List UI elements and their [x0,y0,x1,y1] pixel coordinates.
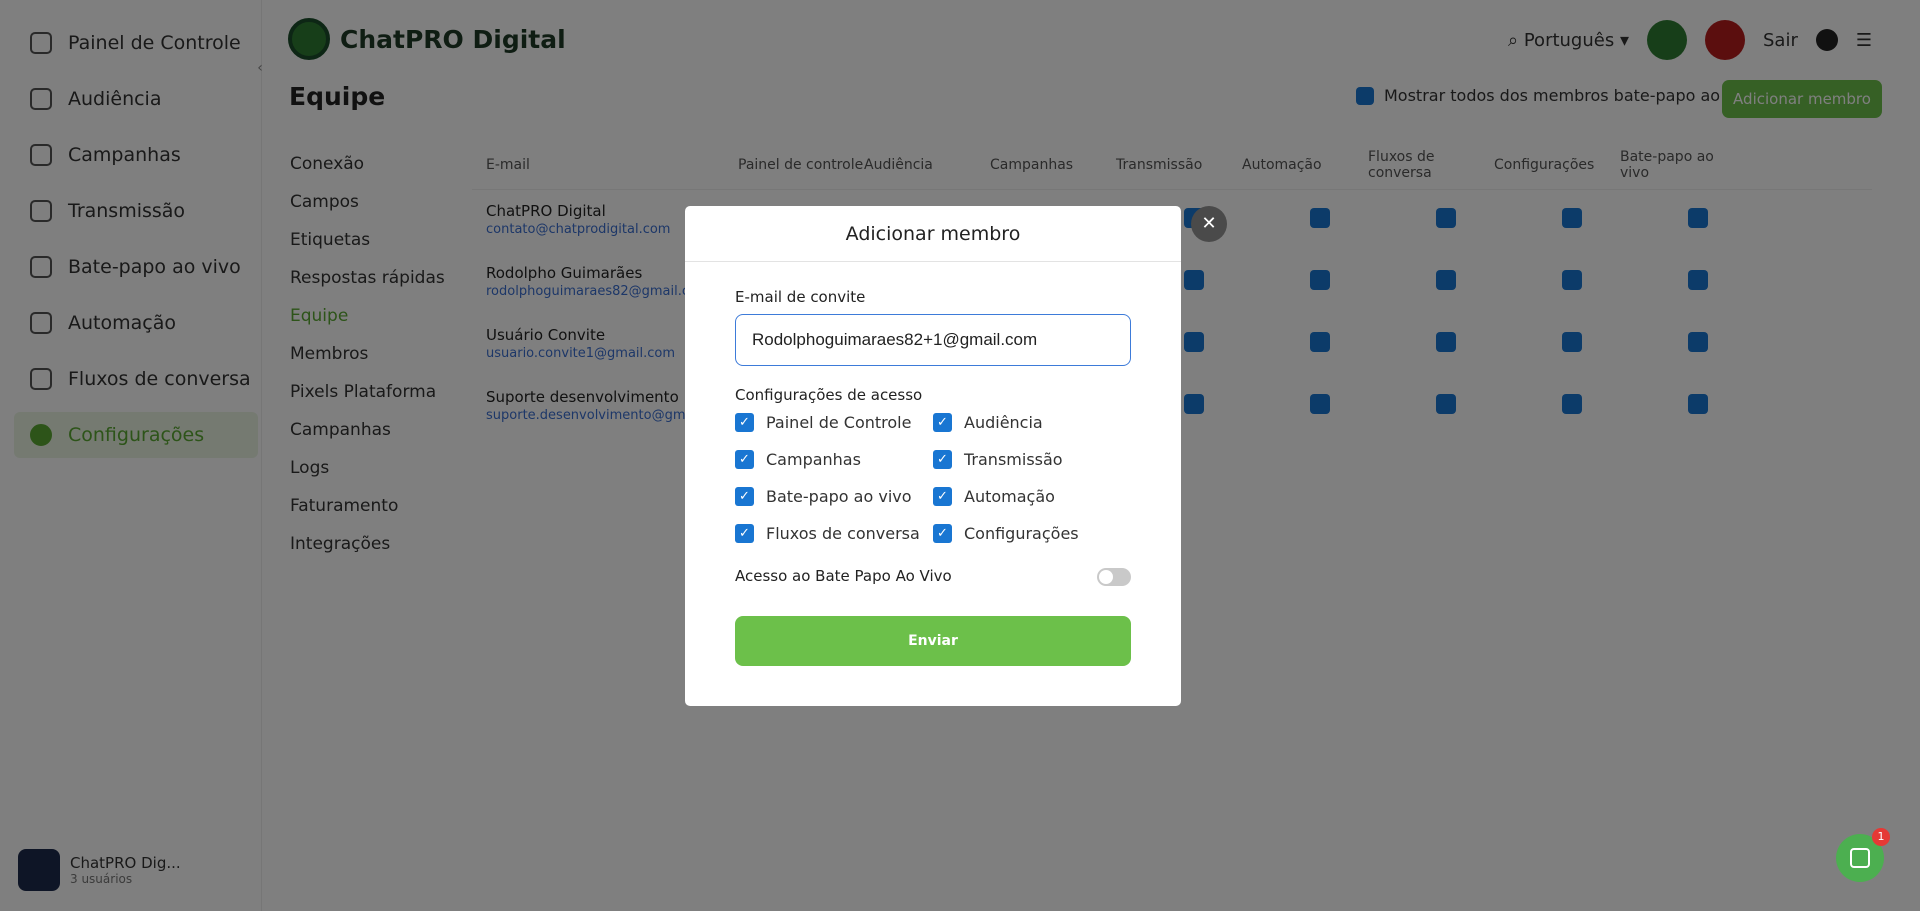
permission-transmissao-checkbox[interactable]: ✓ Transmissão [933,450,1063,469]
permission-label: Bate-papo ao vivo [766,487,912,506]
modal-title: Adicionar membro [685,206,1181,262]
close-icon[interactable]: ✕ [1191,206,1227,242]
check-icon: ✓ [933,524,952,543]
send-button[interactable]: Enviar [735,616,1131,666]
live-chat-access-toggle[interactable] [1097,568,1131,586]
permission-audiencia-checkbox[interactable]: ✓ Audiência [933,413,1043,432]
add-member-modal: Adicionar membro E-mail de convite Rodol… [685,206,1181,706]
email-field[interactable]: Rodolphoguimaraes82+1@gmail.com [735,314,1131,366]
permission-label: Fluxos de conversa [766,524,920,543]
permission-label: Audiência [964,413,1043,432]
toggle-knob [1099,570,1113,584]
access-settings-label: Configurações de acesso [735,386,923,404]
chat-widget-button[interactable]: 1 [1836,828,1890,882]
check-icon: ✓ [933,450,952,469]
check-icon: ✓ [735,413,754,432]
permission-fluxos-checkbox[interactable]: ✓ Fluxos de conversa [735,524,920,543]
permission-automacao-checkbox[interactable]: ✓ Automação [933,487,1055,506]
email-label: E-mail de convite [735,288,866,306]
check-icon: ✓ [735,487,754,506]
permission-label: Campanhas [766,450,861,469]
check-icon: ✓ [933,413,952,432]
permission-label: Automação [964,487,1055,506]
check-icon: ✓ [735,450,754,469]
check-icon: ✓ [933,487,952,506]
live-chat-access-label: Acesso ao Bate Papo Ao Vivo [735,567,952,585]
chat-bubble-icon [1850,848,1870,868]
permission-campanhas-checkbox[interactable]: ✓ Campanhas [735,450,861,469]
permission-label: Painel de Controle [766,413,912,432]
permission-bate-papo-checkbox[interactable]: ✓ Bate-papo ao vivo [735,487,912,506]
permission-label: Configurações [964,524,1079,543]
permission-label: Transmissão [964,450,1063,469]
permission-configuracoes-checkbox[interactable]: ✓ Configurações [933,524,1079,543]
permission-painel-checkbox[interactable]: ✓ Painel de Controle [735,413,911,432]
check-icon: ✓ [735,524,754,543]
notification-badge: 1 [1872,828,1890,846]
